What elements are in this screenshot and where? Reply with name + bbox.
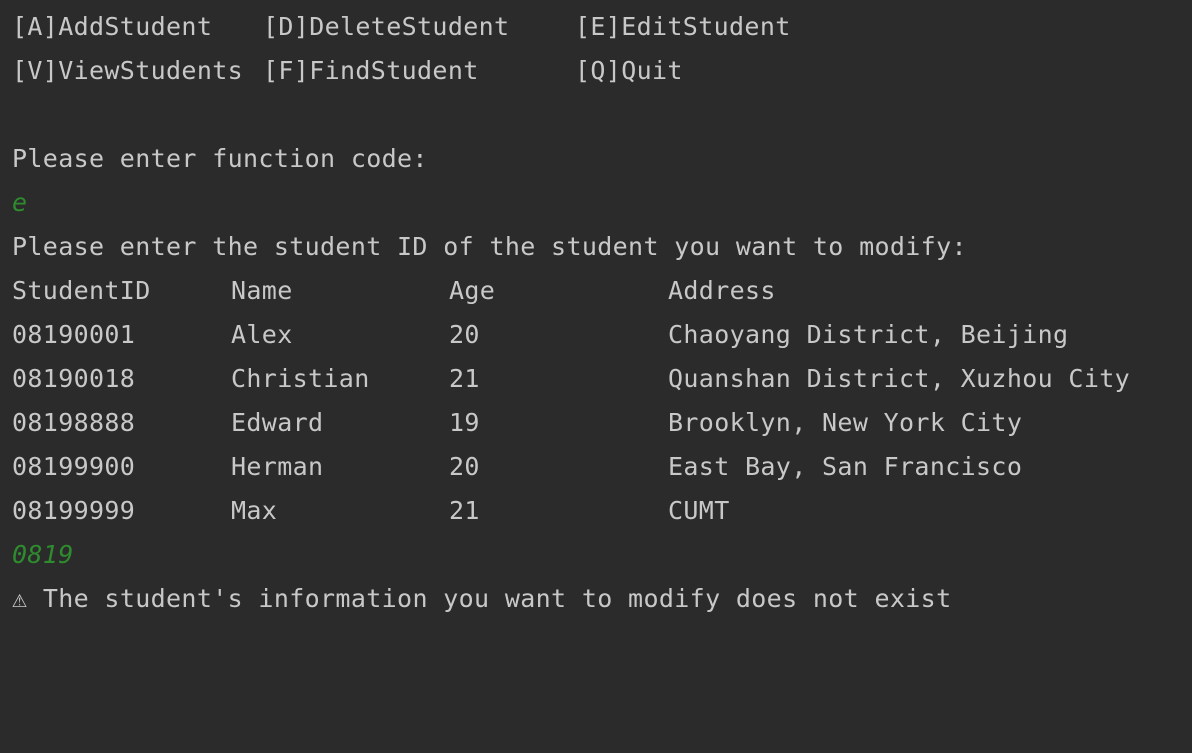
cell-address: Quanshan District, Xuzhou City (668, 364, 1131, 393)
menu-quit: [Q]Quit (575, 56, 683, 85)
function-code-prompt: Please enter function code: (12, 144, 428, 173)
header-address: Address (668, 276, 776, 305)
table-row: 08190001 Alex 20 Chaoyang District, Beij… (12, 313, 1192, 357)
menu-edit-student: [E]EditStudent (575, 12, 791, 41)
table-row: 08199900 Herman 20 East Bay, San Francis… (12, 445, 1192, 489)
header-student-id: StudentID (12, 276, 151, 305)
cell-age: 21 (449, 364, 480, 393)
cell-name: Alex (231, 320, 293, 349)
cell-name: Herman (231, 452, 324, 481)
menu-delete-student: [D]DeleteStudent (263, 12, 510, 41)
cell-student-id: 08190001 (12, 320, 136, 349)
cell-age: 20 (449, 320, 480, 349)
menu-find-student: [F]FindStudent (263, 56, 479, 85)
cell-age: 19 (449, 408, 480, 437)
table-header: StudentID Name Age Address (12, 269, 1192, 313)
console-output: [A]AddStudent [D]DeleteStudent [E]EditSt… (0, 0, 1192, 662)
cell-student-id: 08198888 (12, 408, 136, 437)
cell-address: East Bay, San Francisco (668, 452, 1023, 481)
student-id-prompt: Please enter the student ID of the stude… (12, 232, 967, 261)
table-row: 08198888 Edward 19 Brooklyn, New York Ci… (12, 401, 1192, 445)
cell-student-id: 08199900 (12, 452, 136, 481)
warning-line: ⚠ The student's information you want to … (12, 577, 1192, 621)
cell-address: Brooklyn, New York City (668, 408, 1023, 437)
cell-address: Chaoyang District, Beijing (668, 320, 1069, 349)
table-row: 08190018 Christian 21 Quanshan District,… (12, 357, 1192, 401)
cell-age: 21 (449, 496, 480, 525)
cell-student-id: 08199999 (12, 496, 136, 525)
cell-name: Edward (231, 408, 324, 437)
cell-address: CUMT (668, 496, 730, 525)
cell-age: 20 (449, 452, 480, 481)
cell-student-id: 08190018 (12, 364, 136, 393)
header-name: Name (231, 276, 293, 305)
cell-name: Christian (231, 364, 370, 393)
table-row: 08199999 Max 21 CUMT (12, 489, 1192, 533)
warning-icon: ⚠ (12, 584, 28, 613)
function-code-input[interactable]: e (12, 181, 1192, 225)
menu-add-student: [A]AddStudent (12, 12, 213, 41)
menu-view-students: [V]ViewStudents (12, 56, 244, 85)
header-age: Age (449, 276, 496, 305)
student-id-input[interactable]: 0819 (12, 533, 1192, 577)
cell-name: Max (231, 496, 278, 525)
warning-message: The student's information you want to mo… (42, 584, 952, 613)
menu-row-1: [A]AddStudent [D]DeleteStudent [E]EditSt… (12, 5, 1192, 49)
menu-row-2: [V]ViewStudents [F]FindStudent [Q]Quit (12, 49, 1192, 93)
